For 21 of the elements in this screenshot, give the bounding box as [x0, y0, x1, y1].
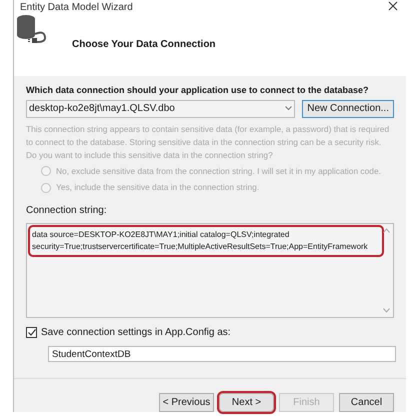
radio-label: Yes, include the sensitive data in the connection string. [56, 181, 260, 194]
config-name-field[interactable]: StudentContextDB [48, 346, 396, 362]
wizard-button[interactable]: < Previous [159, 393, 214, 412]
sensitive-data-notice: This connection string appears to contain sensitive data (for example, a password) that is required to connect to the database. Storing sensitive data in the connection string can be a security risk. Do you want to include this sensitive data in the connection string? [26, 122, 390, 162]
radio-label: No, exclude sensitive data from the connection string. I will set it in my application code. [56, 164, 381, 178]
connection-string-text: data source=DESKTOP-KO2E8JT\MAY1;initial catalog=QLSV;integrated security=True;trustservercertificate=True;MultipleActiveResultSets=True;App=EntityFramework [32, 229, 369, 253]
connection-dropdown[interactable]: desktop-ko2e8jt\may1.QLSV.dbo [26, 100, 296, 118]
scrollbar-down-icon [383, 308, 390, 313]
wizard-button[interactable]: Next > [219, 393, 274, 412]
wizard-button[interactable]: Cancel [339, 393, 394, 412]
page-heading: Choose Your Data Connection [72, 38, 216, 52]
close-icon[interactable] [388, 1, 398, 11]
chevron-down-icon [285, 106, 292, 112]
scrollbar-up-icon [383, 228, 390, 233]
connection-string-box[interactable]: data source=DESKTOP-KO2E8JT\MAY1;initial catalog=QLSV;integrated security=True;trustservercertificate=True;MultipleActiveResultSets=True;App=EntityFramework [26, 223, 394, 318]
connection-string-label: Connection string: [26, 204, 108, 218]
window-title: Entity Data Model Wizard [20, 1, 133, 15]
save-settings-label: Save connection settings in App.Config as: [41, 326, 231, 340]
question-label: Which data connection should your application use to connect to the database? [26, 84, 370, 96]
new-connection-button[interactable]: New Connection... [302, 100, 394, 118]
save-settings-checkbox[interactable] [26, 327, 37, 338]
